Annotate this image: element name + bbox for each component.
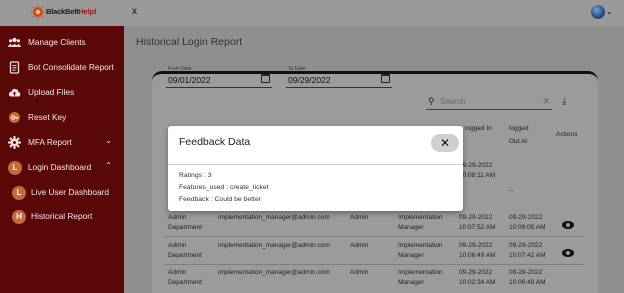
header-logged-out[interactable]: logged Out At [509, 122, 529, 148]
h-circle-icon: H [12, 210, 26, 224]
table-cell-logged-out: 09-29-2022 10:07:42 AM [509, 242, 546, 259]
to-date-field[interactable]: To Date 09/29/2022 [286, 66, 392, 88]
l-circle-icon: L [12, 186, 26, 200]
table-cell-role: Admin [350, 214, 369, 221]
search-icon: ⚲ [428, 96, 435, 106]
chevron-up-icon[interactable]: ⌃ [105, 161, 112, 170]
l-circle-icon: L [8, 161, 22, 175]
to-date-label: To Date [288, 66, 306, 72]
calendar-icon[interactable] [381, 74, 390, 83]
table-cell-logged-in: 09-29-2022 10:02:34 AM [459, 269, 496, 286]
feedback-ratings: Ratings : 3 [179, 172, 212, 179]
header-actions: Actions [556, 131, 578, 138]
sidebar-item-label: MFA Report [28, 137, 72, 147]
logo-orb-icon [30, 4, 46, 20]
top-bar: BlackBeltHelp! x ⌄ [0, 0, 624, 26]
modal-title: Feedback Data [179, 136, 251, 148]
feedback-features-used: Features_used : create_ticket [179, 184, 269, 191]
sidebar-item-live-user-dashboard[interactable]: L Live User Dashboard [0, 181, 124, 205]
blackbelthelp-logo[interactable]: BlackBeltHelp! [30, 4, 122, 22]
sidebar-toggle-close[interactable]: x [132, 6, 137, 17]
calendar-icon[interactable] [261, 74, 270, 83]
gear-icon [7, 135, 22, 150]
table-cell-logged-out: 09-29-2022 10:09:05 AM [509, 214, 546, 231]
feedback-modal: Feedback Data ✕ Ratings : 3 Features_use… [168, 126, 463, 211]
table-cell-email: implementation_manager@admin.com [218, 214, 330, 221]
page-title: Historical Login Report [136, 36, 243, 48]
sidebar-item-label: Reset Key [28, 112, 67, 122]
chevron-down-icon[interactable]: ⌄ [105, 136, 112, 145]
table-cell-email: implementation_manager@admin.com [218, 242, 330, 249]
sidebar-item-login-dashboard[interactable]: L Login Dashboard ⌃ [0, 156, 124, 180]
users-icon [8, 36, 21, 49]
sidebar-item-label: Login Dashboard [28, 162, 92, 172]
sidebar-item-label: Bot Consolidate Report [28, 62, 114, 72]
search-input[interactable]: ⚲ Search ✕ [426, 94, 552, 110]
view-eye-icon[interactable] [562, 221, 574, 229]
table-cell-name: Admin Department [168, 242, 202, 259]
sidebar-item-label: Live User Dashboard [31, 187, 109, 197]
cloud-upload-icon [8, 86, 21, 99]
modal-divider [168, 164, 463, 165]
from-date-value: 09/01/2022 [168, 75, 211, 85]
table-cell-department: Implementation Manager [398, 269, 443, 286]
table-cell-department: Implementation Manager [398, 214, 443, 231]
sidebar-item-historical-report[interactable]: H Historical Report [0, 205, 124, 229]
search-placeholder: Search [440, 97, 466, 106]
table-cell-logged-in: 09-29-2022 10:07:52 AM [459, 214, 496, 231]
table-cell-name: Admin Department [168, 214, 202, 231]
row-divider [164, 264, 584, 265]
from-date-field[interactable]: From Date 09/01/2022 [166, 66, 272, 88]
user-avatar[interactable] [591, 5, 605, 19]
sidebar-item-label: Manage Clients [28, 37, 86, 47]
table-cell-email: implementation_manager@admin.com [218, 269, 330, 276]
table-cell-logged-in: 09-29-2022 10:09:11 AM [459, 162, 496, 179]
table-cell-department: Implementation Manager [398, 242, 443, 259]
table-cell-role: Admin [350, 242, 369, 249]
table-cell-logged-in: 09-29-2022 10:06:49 AM [459, 242, 496, 259]
chevron-down-icon[interactable]: ⌄ [606, 7, 613, 16]
sidebar-item-reset-key[interactable]: Reset Key [0, 106, 124, 130]
sidebar-item-upload-files[interactable]: Upload Files [0, 81, 124, 105]
to-date-value: 09/29/2022 [288, 75, 331, 85]
feedback-comment: Feedback : Could be better [179, 196, 261, 203]
header-logged-in[interactable]: logged In [465, 122, 492, 135]
download-icon[interactable]: ⤓ [562, 96, 566, 107]
row-divider [164, 236, 584, 237]
sidebar-item-label: Historical Report [31, 211, 93, 221]
sidebar-item-manage-clients[interactable]: Manage Clients [0, 31, 124, 55]
table-cell-logged-out: -- [509, 187, 514, 194]
table-cell-name: Admin Department [168, 269, 202, 286]
clear-icon[interactable]: ✕ [542, 96, 550, 107]
sidebar: Manage Clients Bot Consolidate Report Up… [0, 26, 124, 293]
table-cell-logged-out: 09-29-2022 10:06:49 AM [509, 269, 546, 286]
key-icon [8, 111, 21, 124]
document-icon [8, 61, 21, 74]
sidebar-item-label: Upload Files [28, 87, 75, 97]
view-eye-icon[interactable] [562, 249, 574, 257]
table-cell-role: Admin [350, 269, 369, 276]
from-date-label: From Date [168, 66, 192, 72]
modal-close-button[interactable]: ✕ [431, 134, 459, 152]
sidebar-item-bot-consolidate-report[interactable]: Bot Consolidate Report [0, 56, 124, 80]
sidebar-item-mfa-report[interactable]: MFA Report ⌄ [0, 131, 124, 155]
logo-text: BlackBeltHelp! [46, 7, 97, 16]
